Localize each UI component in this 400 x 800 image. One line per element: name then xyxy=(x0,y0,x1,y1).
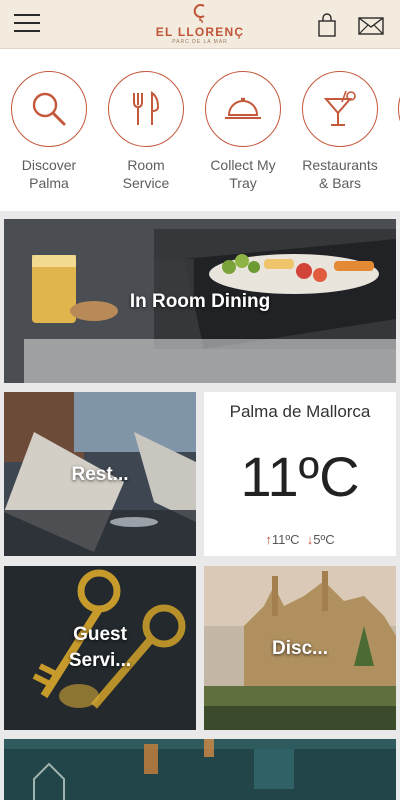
weather-low: 5ºC xyxy=(313,532,335,547)
cocktail-icon xyxy=(323,90,356,126)
discover-palma-button[interactable]: Discover Palma xyxy=(0,71,99,192)
room-service-button[interactable]: Room Service xyxy=(96,71,196,192)
quick-action-circle xyxy=(205,71,281,147)
tile-label: Disc... xyxy=(272,638,328,659)
fork-knife-icon xyxy=(133,91,160,125)
guest-services-tile[interactable]: Guest Servi... xyxy=(4,566,196,730)
app-header: EL LLORENÇ PARC DE LA MAR xyxy=(0,0,400,49)
weather-temperature: 11ºC xyxy=(240,445,360,508)
tile-label: In Room Dining xyxy=(129,291,271,312)
quick-action-next-partial[interactable] xyxy=(386,71,400,147)
tile-label: Rest... xyxy=(71,464,129,485)
quick-action-label: Discover Palma xyxy=(21,157,77,191)
quick-action-label: Room Service xyxy=(122,157,170,191)
logo-c-icon xyxy=(193,4,205,24)
cloche-icon xyxy=(225,97,261,119)
weather-city: Palma de Mallorca xyxy=(229,402,371,421)
tile-label: Guest Servi... xyxy=(68,624,132,671)
restaurants-bars-button[interactable]: Restaurants & Bars xyxy=(290,71,390,192)
quick-action-circle xyxy=(302,71,378,147)
bottom-tile-partial[interactable] xyxy=(4,739,396,800)
quick-actions-row: Discover Palma Room Service Collect My T… xyxy=(0,49,400,211)
quick-action-label: Collect My Tray xyxy=(210,157,276,191)
restaurants-tile[interactable]: Rest... xyxy=(4,392,196,556)
discover-tile[interactable]: Disc... xyxy=(204,566,396,730)
quick-action-circle xyxy=(11,71,87,147)
shopping-bag-icon[interactable] xyxy=(316,13,338,37)
weather-widget: Palma de Mallorca 11ºC ↑11ºC ↓5ºC xyxy=(204,392,396,556)
weather-high: 11ºC xyxy=(271,532,300,547)
collect-my-tray-button[interactable]: Collect My Tray xyxy=(193,71,293,192)
quick-action-circle xyxy=(108,71,184,147)
magnifier-icon xyxy=(32,92,66,126)
envelope-icon[interactable] xyxy=(357,16,385,36)
weather-range: ↑11ºC ↓5ºC xyxy=(204,532,396,547)
brand-name: EL LLORENÇ xyxy=(155,25,245,39)
brand-tagline: PARC DE LA MAR xyxy=(172,39,228,45)
in-room-dining-tile[interactable]: In Room Dining xyxy=(4,219,396,383)
bottom-tile-image xyxy=(4,739,396,800)
quick-action-label: Restaurants & Bars xyxy=(302,157,378,191)
